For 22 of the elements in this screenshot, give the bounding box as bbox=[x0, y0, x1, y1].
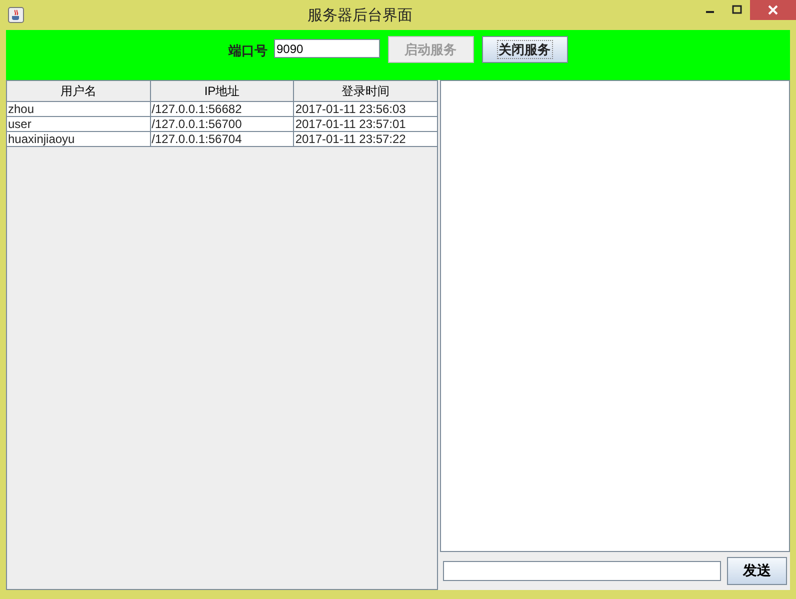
table-cell: zhou bbox=[6, 102, 150, 116]
window-title: 服务器后台界面 bbox=[306, 6, 414, 24]
table-cell: user bbox=[6, 116, 150, 132]
message-field[interactable] bbox=[443, 561, 721, 581]
close-icon bbox=[768, 5, 778, 15]
column-header[interactable]: 用户名 bbox=[6, 80, 150, 102]
service-button[interactable]: 关闭服务 bbox=[482, 36, 568, 63]
table-cell: /127.0.0.1:56704 bbox=[150, 132, 294, 146]
port-field[interactable]: 9090 bbox=[274, 39, 380, 58]
column-header[interactable]: 登录时间 bbox=[294, 80, 438, 102]
close-button[interactable] bbox=[750, 0, 796, 20]
table-cell: 2017-01-11 23:56:03 bbox=[294, 102, 438, 116]
column-header[interactable]: IP地址 bbox=[150, 80, 294, 102]
table-cell: /127.0.0.1:56700 bbox=[150, 116, 294, 132]
table-cell: /127.0.0.1:56682 bbox=[150, 102, 294, 116]
table-cell: 2017-01-11 23:57:01 bbox=[294, 116, 438, 132]
table-cell: 2017-01-11 23:57:22 bbox=[294, 132, 438, 146]
maximize-icon bbox=[732, 5, 742, 15]
coffee-cup-icon bbox=[8, 7, 24, 23]
port-label: 端口号 bbox=[228, 42, 268, 60]
table-cell: huaxinjiaoyu bbox=[6, 132, 150, 146]
send-button[interactable]: 发送 bbox=[727, 557, 787, 585]
